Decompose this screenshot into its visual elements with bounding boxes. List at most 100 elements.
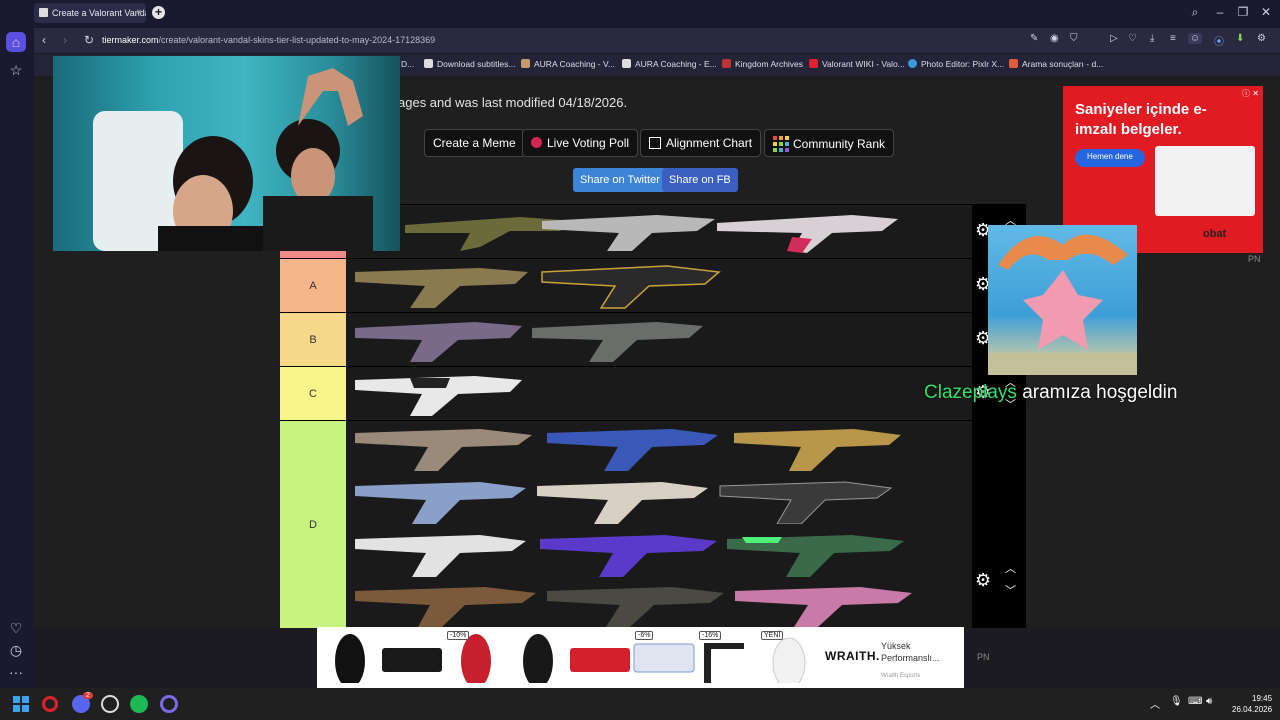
bookmark-item[interactable]: Photo Editor: Pixlr X... <box>908 59 1004 69</box>
poll-dot-icon <box>531 137 542 148</box>
bookmark-item[interactable]: Arama sonuçları - d... <box>1009 59 1103 69</box>
url-host: tiermaker.com <box>102 35 159 45</box>
vandal-skin-image <box>734 429 901 471</box>
history-clock-icon[interactable]: ◷ <box>6 640 26 660</box>
browser-tab[interactable]: Create a Valorant Vandal × <box>34 3 146 23</box>
vandal-skin-image <box>540 535 717 577</box>
vandal-skin-image <box>735 587 912 627</box>
tiermaker-favicon-icon <box>39 8 48 17</box>
network-icon[interactable]: ⌨ <box>1188 696 1202 707</box>
tier-label: D <box>280 421 346 628</box>
back-icon[interactable]: ‹ <box>42 33 46 47</box>
edit-icon[interactable]: ✎ <box>1030 33 1038 44</box>
forward-icon[interactable]: › <box>63 33 67 47</box>
taskbar <box>0 688 1280 720</box>
shield-icon[interactable]: ⛉ <box>1070 33 1078 44</box>
welcome-username: Clazeplays <box>924 382 1017 403</box>
close-window-icon[interactable]: ✕ <box>1259 5 1273 19</box>
address-bar[interactable]: tiermaker.com/create/valorant-vandal-ski… <box>94 31 1206 49</box>
taskbar-clock[interactable]: 19:45 26.04.2026 <box>1232 693 1272 715</box>
bookmark-item[interactable]: Download subtitles... <box>424 59 515 69</box>
vandal-skin-image <box>717 215 898 253</box>
red-mouse-image <box>461 634 491 683</box>
heart-bookmark-icon[interactable]: ♡ <box>1128 33 1137 44</box>
ad-try-button[interactable]: Hemen dene <box>1075 149 1145 167</box>
extension-icon[interactable]: ⦿ <box>1214 33 1224 48</box>
title-bar <box>0 0 1280 28</box>
new-badge: YENİ <box>761 631 784 640</box>
reload-icon[interactable]: ↻ <box>84 33 94 47</box>
ad-close-icon[interactable]: ⓘ ✕ <box>1242 88 1259 99</box>
heart-icon[interactable]: ♡ <box>6 618 26 638</box>
tier-items <box>347 205 972 258</box>
community-rank-button[interactable]: Community Rank <box>764 129 895 157</box>
search-icon[interactable]: ⌕ <box>1188 5 1202 20</box>
camera-icon[interactable]: ◉ <box>1050 33 1059 44</box>
chevron-down-icon[interactable]: ﹀ <box>1005 582 1016 598</box>
chevron-up-icon[interactable]: ︿ <box>1005 560 1016 576</box>
patrick-image <box>988 234 1137 375</box>
live-voting-poll-button[interactable]: Live Voting Poll <box>522 129 639 157</box>
volume-icon[interactable]: 🔊︎ <box>1206 696 1212 707</box>
vandal-skin-image <box>532 322 703 362</box>
welcome-text: aramıza hoşgeldin <box>1022 382 1178 403</box>
play-icon[interactable]: ▷ <box>1110 33 1118 44</box>
chevron-up-tray-icon[interactable]: ︿ <box>1150 696 1160 711</box>
document-icon <box>424 59 433 68</box>
tier-label: B <box>280 313 346 366</box>
alignment-chart-button[interactable]: Alignment Chart <box>640 129 762 157</box>
download-icon[interactable]: ⤓ <box>1150 33 1154 44</box>
pixlr-icon <box>908 59 917 68</box>
vandal-skin-image <box>537 482 708 524</box>
profile-icon[interactable]: ☺ <box>1188 33 1202 44</box>
vandal-skin-image <box>355 322 522 362</box>
menu-icon[interactable]: ≡ <box>1170 33 1176 44</box>
minimize-icon[interactable]: – <box>1213 5 1227 19</box>
tier-label: C <box>280 367 346 420</box>
new-tab-button[interactable]: + <box>152 6 165 19</box>
windows-start-icon[interactable] <box>13 696 29 712</box>
vandal-skin-image <box>355 587 536 627</box>
app-icon[interactable] <box>160 695 178 713</box>
wraith-logo: WRAITH. <box>825 649 880 663</box>
ad-subtext: Wraith Esports <box>881 673 921 679</box>
download-extension-icon[interactable]: ⬇ <box>1236 33 1244 44</box>
maximize-icon[interactable]: ❐ <box>1236 5 1250 19</box>
bookmark-item[interactable]: Valorant WIKI - Valo... <box>809 59 905 69</box>
vandal-skin-image <box>541 265 721 309</box>
close-tab-icon[interactable]: × <box>136 7 142 18</box>
discord-badge: 2 <box>83 692 93 699</box>
discount-badge: -6% <box>635 631 654 640</box>
share-twitter-button[interactable]: Share on Twitter <box>573 168 667 192</box>
modified-text: ages and was last modified 04/18/2026. <box>398 95 628 110</box>
create-meme-button[interactable]: Create a Meme <box>424 129 525 157</box>
microphone-icon[interactable]: 🎙︎ <box>1170 696 1183 707</box>
tier-items <box>347 313 972 366</box>
bookmark-item[interactable]: AURA Coaching - V... <box>521 59 615 69</box>
product-ad-banner[interactable]: -10% -6% -16% YENİ WRAITH. Yüksek Perfor… <box>317 627 964 688</box>
bookmark-item[interactable]: AURA Coaching - E... <box>622 59 717 69</box>
gear-icon[interactable]: ⚙ <box>975 570 991 591</box>
bookmark-item[interactable]: Kingdom Archives <box>722 59 803 69</box>
ad-brand: obat <box>1203 228 1227 240</box>
black-mouse-image <box>523 634 553 683</box>
star-icon[interactable]: ☆ <box>6 60 26 80</box>
more-icon[interactable]: ··· <box>6 662 26 682</box>
spotify-icon[interactable] <box>130 695 148 713</box>
tier-items <box>347 367 972 420</box>
bookmark-item[interactable]: D... <box>401 59 414 69</box>
document-icon <box>622 59 631 68</box>
app-icon[interactable] <box>101 695 119 713</box>
clock-date: 26.04.2026 <box>1232 705 1273 714</box>
vandal-skin-image <box>727 535 904 577</box>
puzzle-icon[interactable]: ⚙ <box>1257 33 1266 44</box>
webcam-people-image <box>93 68 373 251</box>
share-fb-button[interactable]: Share on FB <box>662 168 738 192</box>
gmail-icon <box>1009 59 1018 68</box>
home-icon[interactable]: ⌂ <box>6 32 26 52</box>
vandal-skin-image <box>355 376 522 416</box>
opera-taskbar-icon[interactable] <box>42 696 58 712</box>
tier-items <box>347 421 972 628</box>
vandal-skin-image <box>719 481 893 524</box>
document-preview-image <box>1155 146 1255 216</box>
